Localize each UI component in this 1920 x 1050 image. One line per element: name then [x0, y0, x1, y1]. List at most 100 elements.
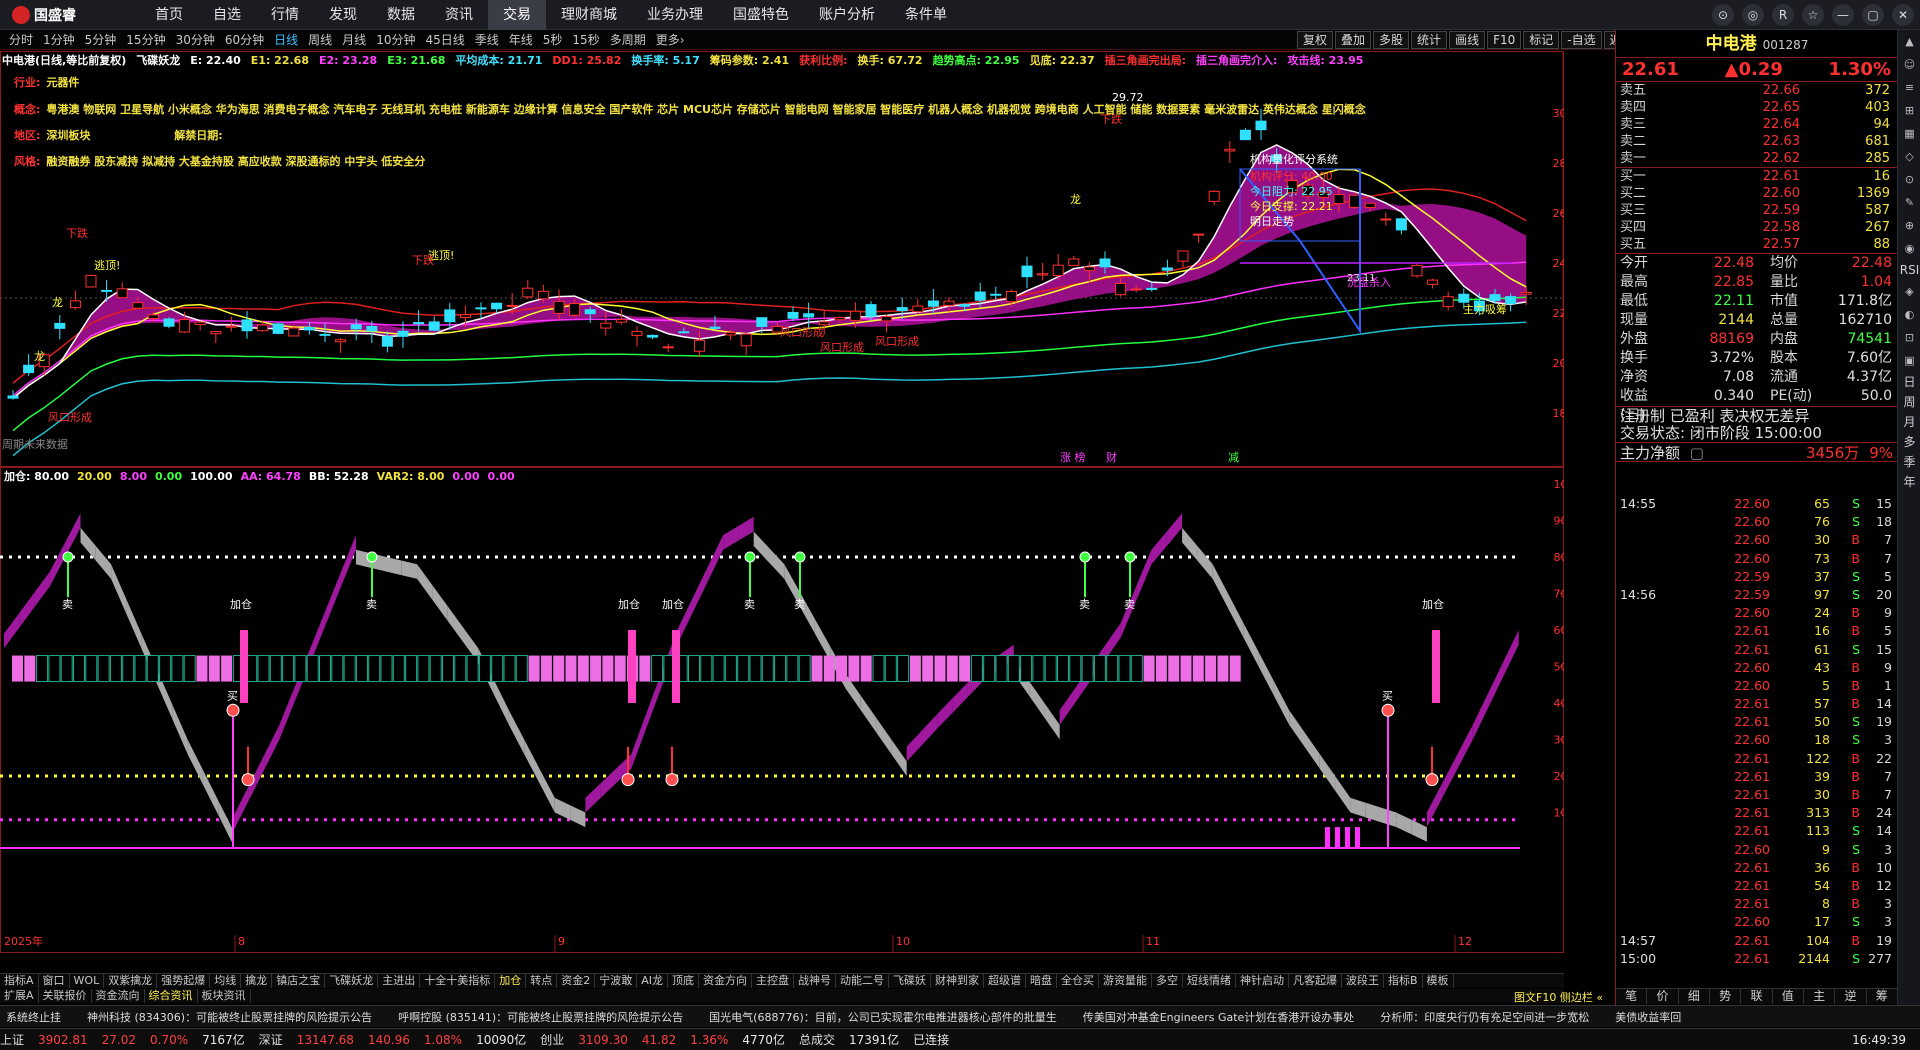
indicator-tab[interactable]: 主控盘: [752, 974, 794, 988]
indicator-tab[interactable]: 战神号: [794, 974, 836, 988]
indicator-tab[interactable]: 波段王: [1342, 974, 1384, 988]
sidebar-icon[interactable]: ⊞: [1898, 99, 1920, 122]
quote-tab[interactable]: 价: [1647, 989, 1679, 1004]
info-tab[interactable]: 板块资讯: [198, 989, 251, 1003]
indicator-tab[interactable]: 动能二号: [836, 974, 889, 988]
order-book-row[interactable]: 卖五 22.66 372: [1616, 82, 1897, 99]
period-tab[interactable]: 1分钟: [38, 31, 80, 48]
sidebar-icon[interactable]: 月: [1898, 412, 1920, 432]
indicator-tab[interactable]: 加仓: [495, 974, 527, 988]
period-tab[interactable]: 60分钟: [220, 31, 269, 48]
order-book-row[interactable]: 买五 22.57 88: [1616, 236, 1897, 253]
info-tab[interactable]: 关联报价: [39, 989, 92, 1003]
chart-tool-button[interactable]: 标记: [1523, 31, 1560, 49]
menu-item[interactable]: 理财商城: [546, 0, 632, 30]
period-tab[interactable]: 5秒: [538, 31, 568, 48]
period-tab[interactable]: 月线: [337, 31, 371, 48]
sidebar-icon[interactable]: ◈: [1898, 280, 1920, 303]
indicator-tab[interactable]: 指标B: [1384, 974, 1423, 988]
indicator-tab[interactable]: 强势起爆: [157, 974, 211, 988]
period-tab[interactable]: 10分钟: [371, 31, 420, 48]
window-tool-icon[interactable]: ◎: [1742, 4, 1764, 26]
order-book-row[interactable]: 卖三 22.64 94: [1616, 116, 1897, 133]
news-item[interactable]: 呼啊控股 (835141)：可能被终止股票挂牌的风险提示公告: [392, 1009, 703, 1025]
menu-item[interactable]: 资讯: [430, 0, 488, 30]
quote-tab[interactable]: 笔: [1616, 989, 1648, 1004]
indicator-tab[interactable]: 短线情绪: [1183, 974, 1236, 988]
chart-tool-button[interactable]: -自选: [1561, 31, 1602, 49]
chart-tool-button[interactable]: 多股: [1373, 31, 1410, 49]
sidebar-icon[interactable]: 周: [1898, 392, 1920, 412]
indicator-tab[interactable]: 多空: [1152, 974, 1183, 988]
quote-tab[interactable]: 细: [1679, 989, 1710, 1004]
indicator-tab[interactable]: 神针启动: [1236, 974, 1289, 988]
window-tool-icon[interactable]: ☆: [1802, 4, 1824, 26]
news-item[interactable]: 系统终止挂: [0, 1009, 81, 1025]
quote-tab[interactable]: 值: [1773, 989, 1804, 1004]
window-tool-icon[interactable]: —: [1832, 4, 1854, 26]
index-name[interactable]: 创业: [540, 1031, 564, 1048]
indicator-tab[interactable]: 超级谱: [984, 974, 1026, 988]
index-name[interactable]: 上证: [0, 1031, 24, 1048]
order-book-row[interactable]: 买一 22.61 16: [1616, 168, 1897, 185]
period-tab[interactable]: 5分钟: [80, 31, 122, 48]
period-tab[interactable]: 年线: [504, 31, 538, 48]
menu-item[interactable]: 条件单: [890, 0, 962, 30]
sidebar-icon[interactable]: ⊡: [1898, 326, 1920, 349]
indicator-tab[interactable]: 模板: [1423, 974, 1454, 988]
info-tab[interactable]: 综合资讯: [145, 989, 198, 1003]
period-tab[interactable]: 更多›: [651, 31, 690, 48]
indicator-tab[interactable]: 擒龙: [241, 974, 273, 988]
window-tool-icon[interactable]: ✕: [1892, 4, 1914, 26]
sidebar-icon[interactable]: 年: [1898, 472, 1920, 492]
indicator-tab[interactable]: 凡客起爆: [1289, 974, 1342, 988]
menu-item[interactable]: 发现: [314, 0, 372, 30]
sidebar-icon[interactable]: 季: [1898, 452, 1920, 472]
period-tab[interactable]: 45日线: [420, 31, 469, 48]
indicator-tab[interactable]: 财神到家: [931, 974, 984, 988]
indicator-tab[interactable]: 十全十美指标: [420, 974, 496, 988]
window-tool-icon[interactable]: R: [1772, 4, 1794, 26]
quote-tab[interactable]: 主: [1804, 989, 1836, 1004]
news-item[interactable]: 神州科技 (834306)：可能被终止股票挂牌的风险提示公告: [81, 1009, 392, 1025]
tick-list[interactable]: 14:55 22.60 65 S 15 22.60 76 S 18 22.60 30 B 7 22.60 7…: [1616, 495, 1898, 968]
indicator-tab[interactable]: 转点: [526, 974, 558, 988]
sidebar-icon[interactable]: ⊙: [1898, 168, 1920, 191]
menu-item[interactable]: 数据: [372, 0, 430, 30]
order-book-row[interactable]: 卖二 22.63 681: [1616, 133, 1897, 150]
indicator-tab[interactable]: 均线: [210, 974, 242, 988]
quote-tab[interactable]: 筹: [1867, 989, 1898, 1004]
chart-tool-button[interactable]: 统计: [1411, 31, 1448, 49]
info-tab[interactable]: 资金流向: [92, 989, 145, 1003]
period-tab[interactable]: 多周期: [605, 31, 651, 48]
sidebar-icon[interactable]: ◉: [1898, 237, 1920, 260]
indicator-tab[interactable]: 暗盘: [1026, 974, 1057, 988]
period-tab[interactable]: 15秒: [567, 31, 604, 48]
chart-tool-button[interactable]: 复权: [1297, 31, 1334, 49]
chart-tool-button[interactable]: 画线: [1449, 31, 1486, 49]
sidebar-icon[interactable]: ▦: [1898, 122, 1920, 145]
period-tab[interactable]: 分时: [4, 31, 38, 48]
period-tab[interactable]: 15分钟: [121, 31, 170, 48]
period-tab[interactable]: 季线: [470, 31, 504, 48]
indicator-tab[interactable]: 资金2: [557, 974, 596, 988]
indicator-tab[interactable]: 镇店之宝: [272, 974, 326, 988]
indicator-chart[interactable]: 100.090.0080.0070.0060.0050.0040.0030.00…: [0, 467, 1564, 953]
menu-item[interactable]: 账户分析: [804, 0, 890, 30]
menu-item[interactable]: 业务办理: [632, 0, 718, 30]
indicator-tab[interactable]: 窗口: [39, 974, 70, 988]
menu-item[interactable]: 首页: [140, 0, 198, 30]
indicator-tab[interactable]: 顶底: [668, 974, 699, 988]
menu-item[interactable]: 自选: [198, 0, 256, 30]
window-tool-icon[interactable]: ▢: [1862, 4, 1884, 26]
indicator-tab[interactable]: 宁波敢: [595, 974, 638, 988]
menu-item[interactable]: 行情: [256, 0, 314, 30]
order-book-row[interactable]: 卖一 22.62 285: [1616, 150, 1897, 167]
indicator-tab[interactable]: 游资量能: [1099, 974, 1152, 988]
indicator-tab[interactable]: AI龙: [637, 974, 668, 988]
sidebar-icon[interactable]: ✎: [1898, 191, 1920, 214]
period-tab[interactable]: 30分钟: [171, 31, 220, 48]
indicator-tab[interactable]: 飞碟妖龙: [325, 974, 379, 988]
sidebar-icon[interactable]: ◇: [1898, 145, 1920, 168]
sidebar-icon[interactable]: ⊕: [1898, 214, 1920, 237]
